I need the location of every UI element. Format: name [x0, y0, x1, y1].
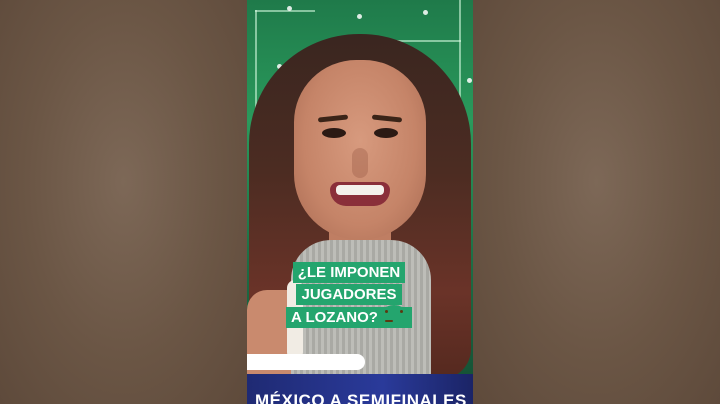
nose	[352, 148, 368, 178]
video-caption: ¿LE IMPONEN JUGADORES A LOZANO?	[250, 262, 448, 329]
caption-line-1: ¿LE IMPONEN JUGADORES	[292, 262, 406, 305]
teeth	[336, 185, 384, 195]
sparkle	[287, 6, 292, 11]
eyebrow	[371, 114, 403, 123]
field-line	[397, 40, 461, 42]
banner-text: MÉXICO A SEMIFINALES	[255, 391, 467, 404]
presenter-face	[294, 60, 426, 240]
mouth	[330, 182, 390, 206]
eye	[322, 128, 346, 138]
caption-line-2: A LOZANO?	[286, 305, 412, 329]
sparkle	[423, 10, 428, 15]
lower-third-bar	[247, 354, 365, 370]
video-frame[interactable]	[247, 0, 473, 404]
sparkle	[357, 14, 362, 19]
caption-line-2-text: A LOZANO?	[291, 309, 378, 327]
eye	[374, 128, 398, 138]
slightly-smiling-face-icon	[380, 305, 407, 326]
news-banner: MÉXICO A SEMIFINALES	[247, 374, 473, 404]
eyebrow	[317, 114, 349, 123]
blurred-background-left	[0, 0, 247, 404]
field-line	[255, 10, 315, 12]
sparkle	[467, 78, 472, 83]
blurred-background-right	[473, 0, 720, 404]
